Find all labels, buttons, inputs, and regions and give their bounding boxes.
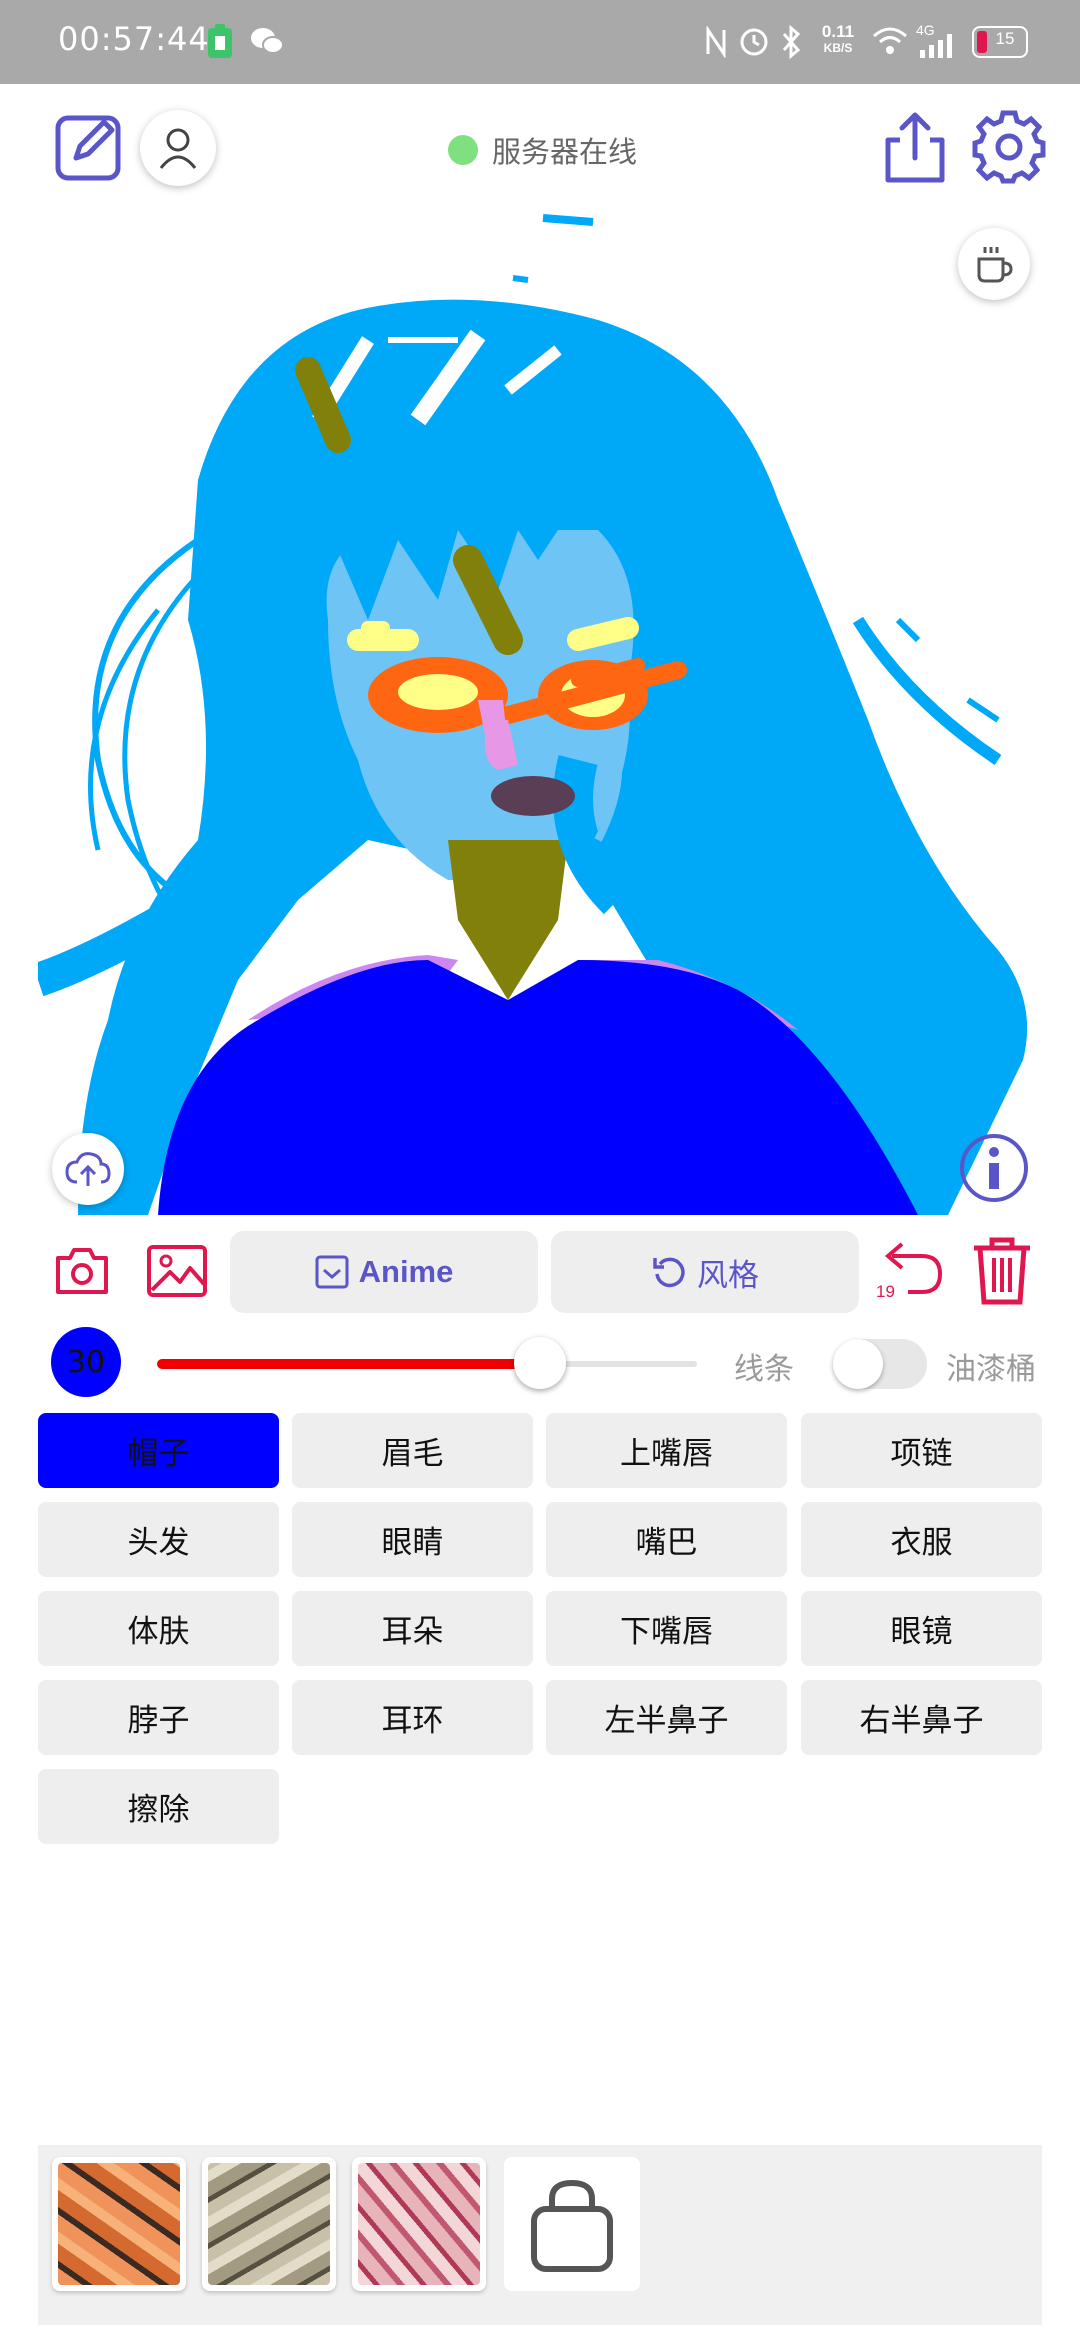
- cloud-upload-icon: [65, 1152, 111, 1186]
- brush-size-indicator: 30: [51, 1327, 121, 1397]
- label-button[interactable]: 左半鼻子: [546, 1680, 787, 1755]
- label-button[interactable]: 衣服: [801, 1502, 1042, 1577]
- label-button[interactable]: 嘴巴: [546, 1502, 787, 1577]
- camera-icon[interactable]: [54, 1246, 110, 1296]
- battery-icon: 15: [972, 26, 1028, 58]
- label-button[interactable]: 擦除: [38, 1769, 279, 1844]
- nfc-icon: [706, 26, 726, 58]
- anime-model-button[interactable]: Anime: [230, 1231, 538, 1313]
- label-button[interactable]: 右半鼻子: [801, 1680, 1042, 1755]
- style-thumb-pink-swatch: [358, 2163, 480, 2285]
- wechat-icon: [251, 28, 284, 54]
- style-button[interactable]: 风格: [551, 1231, 859, 1313]
- label-button[interactable]: 眼镜: [801, 1591, 1042, 1666]
- fill-mode-toggle[interactable]: [833, 1339, 927, 1389]
- style-thumb-gray-swatch: [208, 2163, 330, 2285]
- edit-sketch-icon[interactable]: [54, 112, 124, 182]
- info-icon[interactable]: [958, 1132, 1030, 1204]
- wifi-icon: [873, 27, 907, 54]
- style-label: 风格: [697, 1257, 759, 1294]
- user-icon: [159, 128, 197, 169]
- refresh-icon: [653, 1257, 685, 1288]
- checkbox-icon: [315, 1255, 349, 1289]
- slider-fill: [157, 1359, 541, 1369]
- label-button[interactable]: 帽子: [38, 1413, 279, 1488]
- label-button[interactable]: 项链: [801, 1413, 1042, 1488]
- undo-count: 19: [876, 1282, 895, 1301]
- battery-saver-icon: [208, 24, 232, 58]
- label-button[interactable]: 眉毛: [292, 1413, 533, 1488]
- brush-size-slider[interactable]: [157, 1337, 697, 1389]
- alarm-icon: [740, 28, 768, 56]
- anime-label: Anime: [358, 1254, 454, 1289]
- settings-gear-icon[interactable]: [972, 110, 1046, 184]
- coffee-button[interactable]: [958, 228, 1030, 300]
- label-button[interactable]: 耳朵: [292, 1591, 533, 1666]
- style-thumb-pink[interactable]: [352, 2157, 486, 2291]
- label-button[interactable]: 下嘴唇: [546, 1591, 787, 1666]
- status-bar: 00:57:44 0.11 KB/S 4G 15: [0, 0, 1080, 84]
- signal-icon: [920, 34, 952, 58]
- label-button[interactable]: 脖子: [38, 1680, 279, 1755]
- status-time: 00:57:44: [58, 20, 210, 58]
- style-thumb-gray[interactable]: [202, 2157, 336, 2291]
- server-status-text: 服务器在线: [492, 135, 638, 169]
- toggle-knob: [833, 1339, 883, 1389]
- line-mode-label: 线条: [734, 1352, 794, 1387]
- slider-thumb[interactable]: [514, 1337, 567, 1389]
- gallery-image-icon[interactable]: [146, 1244, 208, 1298]
- style-thumb-orange-swatch: [58, 2163, 180, 2285]
- store-button[interactable]: [504, 2157, 640, 2291]
- label-button[interactable]: 体肤: [38, 1591, 279, 1666]
- paint-bucket-label: 油漆桶: [946, 1352, 1036, 1387]
- style-thumb-orange[interactable]: [52, 2157, 186, 2291]
- drawing-canvas[interactable]: [38, 200, 1042, 1215]
- share-icon[interactable]: [882, 110, 948, 186]
- trash-icon[interactable]: [970, 1236, 1034, 1306]
- label-button[interactable]: 头发: [38, 1502, 279, 1577]
- network-speed: 0.11 KB/S: [821, 22, 855, 55]
- label-button[interactable]: 耳环: [292, 1680, 533, 1755]
- style-preset-tray: [38, 2145, 1042, 2325]
- sketch-drawing: [38, 214, 1028, 1215]
- label-button[interactable]: 眼睛: [292, 1502, 533, 1577]
- coffee-cup-icon: [977, 247, 1013, 283]
- shopping-bag-icon: [531, 2179, 613, 2272]
- battery-level: 15: [995, 29, 1015, 48]
- server-status: 服务器在线: [448, 130, 637, 170]
- bluetooth-icon: [782, 24, 801, 60]
- upload-cloud-button[interactable]: [52, 1133, 124, 1205]
- battery-fill: [977, 31, 987, 53]
- label-button[interactable]: 上嘴唇: [546, 1413, 787, 1488]
- status-dot: [448, 135, 478, 165]
- user-profile-button[interactable]: [140, 110, 216, 186]
